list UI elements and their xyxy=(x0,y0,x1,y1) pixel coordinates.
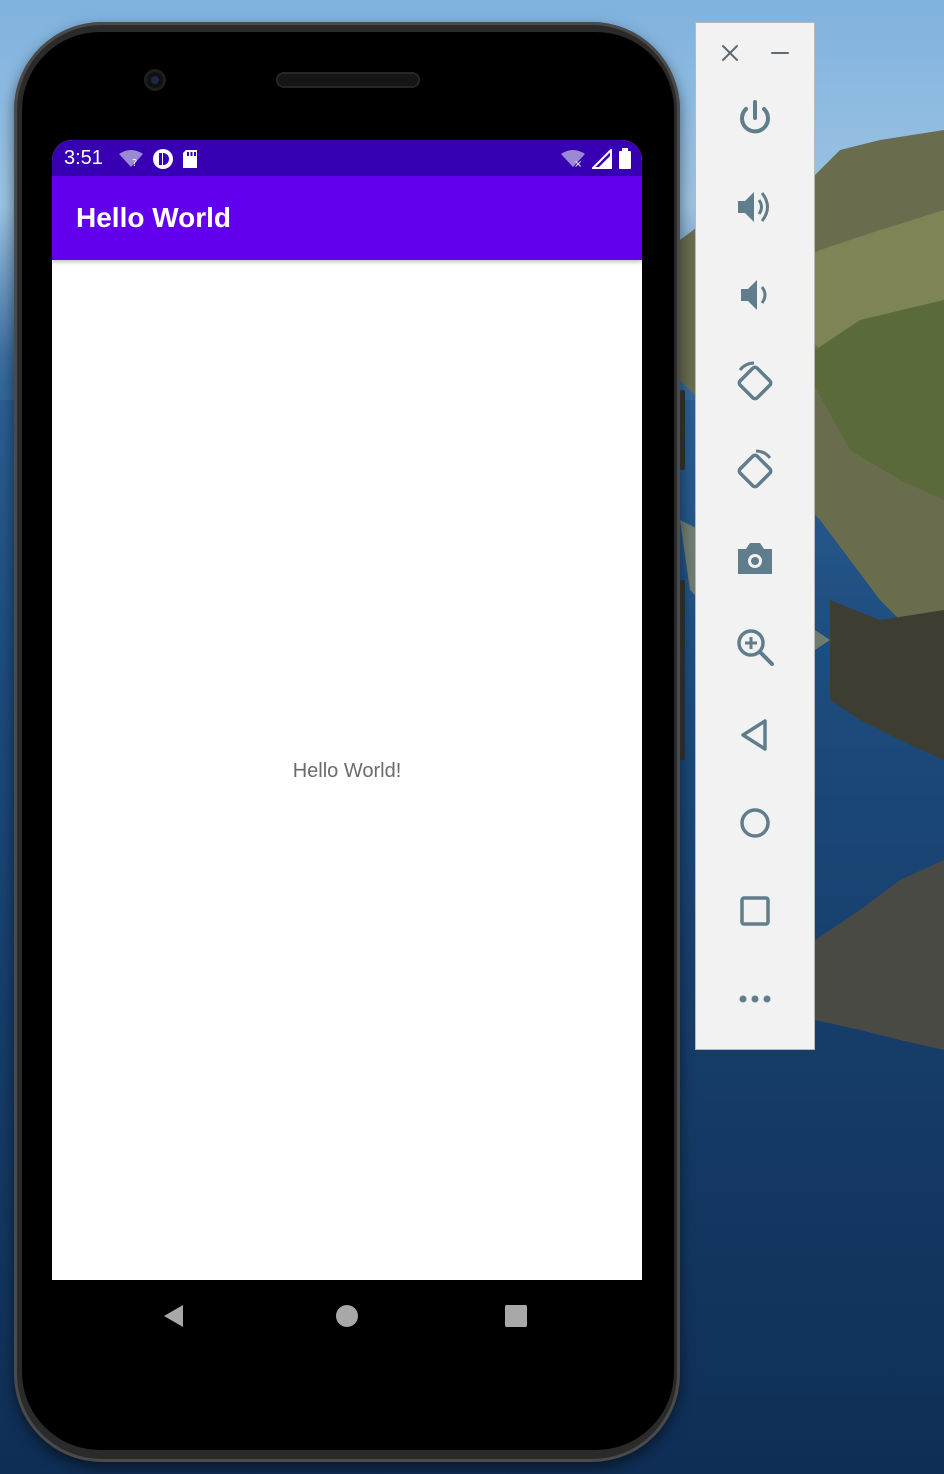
power-button[interactable] xyxy=(729,93,781,145)
home-circle-icon xyxy=(740,808,770,838)
back-button[interactable] xyxy=(729,709,781,761)
emulator-toolbar xyxy=(695,22,815,1050)
sd-card-icon xyxy=(182,149,198,174)
phone-volume-button xyxy=(680,580,685,760)
overview-button[interactable] xyxy=(729,885,781,937)
zoom-in-icon xyxy=(737,629,774,666)
navigation-bar xyxy=(52,1280,642,1352)
wifi-off-icon: × xyxy=(560,149,586,174)
front-camera xyxy=(144,69,166,91)
volume-down-icon xyxy=(741,280,767,310)
volume-down-button[interactable] xyxy=(729,269,781,321)
battery-icon xyxy=(618,148,632,175)
more-button[interactable] xyxy=(729,973,781,1025)
close-icon[interactable] xyxy=(718,41,742,65)
minimize-icon[interactable] xyxy=(768,41,792,65)
app-notification-icon xyxy=(152,148,174,175)
svg-text:×: × xyxy=(574,159,582,169)
status-time: 3:51 xyxy=(64,147,103,169)
screenshot-button[interactable] xyxy=(729,533,781,585)
wifi-unknown-icon: ? xyxy=(118,149,144,174)
phone-power-button xyxy=(680,390,685,470)
app-title: Hello World xyxy=(76,202,232,233)
status-icons-left: ? xyxy=(118,148,198,175)
recents-icon[interactable] xyxy=(500,1300,532,1332)
more-dots-icon xyxy=(739,995,771,1003)
rotate-right-icon xyxy=(737,449,773,489)
camera-icon xyxy=(738,543,772,574)
cell-signal-icon xyxy=(590,147,612,174)
rotate-right-button[interactable] xyxy=(729,445,781,497)
status-icons-right: × xyxy=(560,147,632,175)
volume-up-button[interactable] xyxy=(729,181,781,233)
back-icon[interactable] xyxy=(158,1300,190,1332)
home-button[interactable] xyxy=(729,797,781,849)
overview-square-icon xyxy=(740,896,770,926)
back-triangle-icon xyxy=(741,719,767,751)
volume-up-icon xyxy=(738,192,769,222)
rotate-left-button[interactable] xyxy=(729,357,781,409)
phone-screen[interactable]: 3:51 ? × Hello World Hello World! xyxy=(52,140,642,1280)
svg-text:?: ? xyxy=(132,158,137,169)
hello-world-text: Hello World! xyxy=(292,760,402,782)
power-icon xyxy=(740,100,770,134)
status-bar: 3:51 ? × xyxy=(52,140,642,176)
home-icon[interactable] xyxy=(331,1300,363,1332)
rotate-left-icon xyxy=(737,361,773,401)
app-bar: Hello World xyxy=(52,176,642,260)
earpiece-speaker xyxy=(276,72,420,88)
zoom-button[interactable] xyxy=(729,621,781,673)
